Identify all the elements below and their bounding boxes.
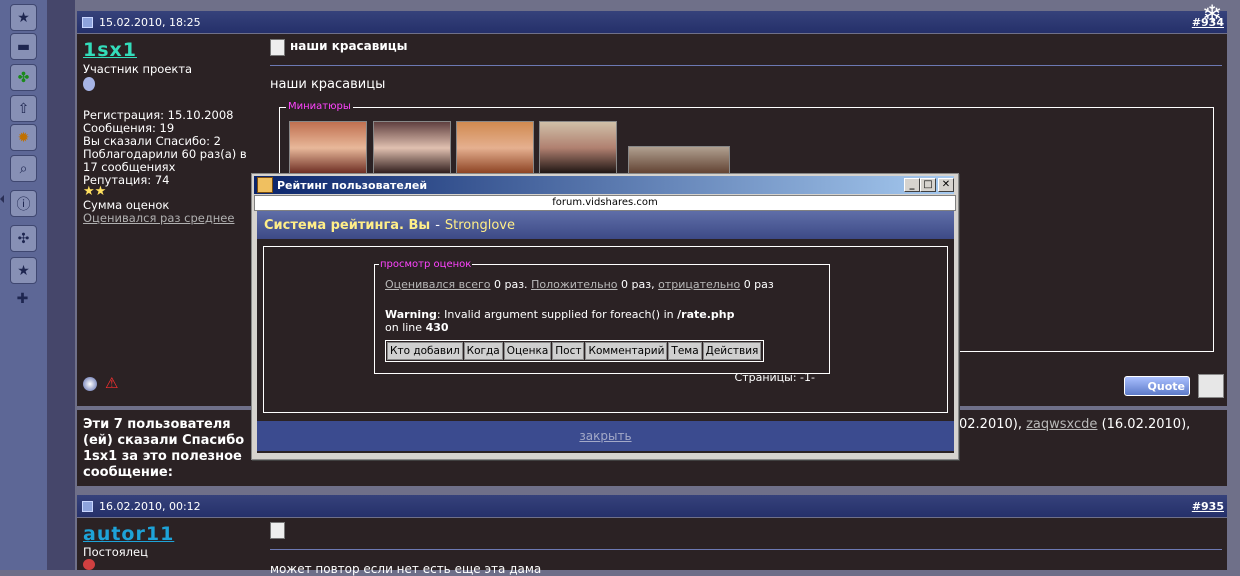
post-doc-icon [82,16,93,28]
warning-label: Warning [385,308,437,321]
warning-file: /rate.php [677,308,735,321]
col-topic: Тема [668,342,702,360]
thumbnail-1[interactable] [289,121,367,175]
thanks-text-3: 1sx1 за это полезное [83,449,242,464]
col-rating: Оценка [503,342,552,360]
report-icon[interactable]: ⚠ [105,374,118,392]
online-status-icon [83,377,97,391]
post-text-2: может повтор если нет есть еще эта дама [270,562,542,576]
positive-link[interactable]: Положительно [531,278,617,291]
thanks-user-link[interactable]: zaqwsxcde [1026,417,1097,432]
post-text: наши красавицы [270,77,386,92]
user-rank-2: Постоялец [83,545,148,559]
user-rank: Участник проекта [83,62,193,76]
post-date: 15.02.2010, 18:25 [99,15,201,29]
post-date-2: 16.02.2010, 00:12 [99,499,201,513]
thanks-tail-1: 02.2010), [959,417,1022,432]
col-when: Когда [463,342,503,360]
minimize-button[interactable]: _ [904,178,920,192]
col-comment: Комментарий [585,342,668,360]
upload-icon[interactable]: ⇧ [10,95,37,122]
thumbnails-legend: Миниатюры [286,101,353,112]
popup-content: Система рейтинга. Вы - Stronglove просмо… [257,211,954,453]
quote-label: Quote [1147,379,1185,393]
collapse-arrow-icon[interactable] [0,195,4,203]
topic-doc-icon [270,39,285,56]
rank-medal-icon [83,77,95,91]
post-header: 15.02.2010, 18:25 #934 [77,11,1227,33]
rating-heading: Система рейтинга. Вы - Stronglove [257,211,954,239]
rating-heading-sep: - [435,217,440,233]
rated-link[interactable]: Оценивался раз среднее [83,212,234,225]
rated-all-link[interactable]: Оценивался всего [385,278,490,291]
popup-titlebar[interactable]: Рейтинг пользователей [254,176,954,194]
rating-heading-user: Stronglove [444,217,516,233]
warning-text: : Invalid argument supplied for foreach(… [436,308,674,321]
username[interactable]: 1sx1 [83,39,137,61]
col-who-added: Кто добавил [387,342,463,360]
thumbnail-2[interactable] [373,121,451,175]
post-doc-icon-2 [82,500,93,512]
plus-icon[interactable]: ✚ [10,286,35,311]
rank-medal-icon-2 [83,559,95,570]
popup-title: Рейтинг пользователей [277,178,428,192]
fan-icon[interactable]: ✣ [10,225,37,252]
negative-value: 0 раз [743,278,774,291]
gutter [47,0,75,570]
col-post: Пост [552,342,585,360]
search-icon[interactable]: ⌕ [10,155,37,182]
thanks-text-4: сообщение: [83,465,173,480]
col-actions: Действия [702,342,762,360]
rating-heading-title: Система рейтинга. Вы [264,217,431,233]
rating-popup-window: Рейтинг пользователей _ □ ✕ forum.vidsha… [251,173,959,460]
ratings-fieldset: просмотр оценок Оценивался всего 0 раз. … [374,259,830,384]
edit-icon[interactable] [1198,374,1224,398]
ratings-legend: просмотр оценок [380,259,472,270]
quote-button[interactable]: Quote [1124,376,1190,396]
separator [270,65,1222,66]
thumbnail-3[interactable] [456,121,534,175]
close-window-button[interactable]: ✕ [938,178,954,192]
post-title: наши красавицы [290,39,408,53]
thanks-text-2: (ей) сказали Спасибо [83,433,245,448]
app-icon [257,177,273,193]
clover-icon[interactable]: ✤ [10,64,37,91]
positive-value: 0 раз, [621,278,655,291]
topic-doc-icon-2 [270,522,285,539]
info-icon[interactable]: ⓘ [10,190,37,217]
thumbnail-5[interactable] [628,146,730,175]
post-body-2: autor11 Постоялец может повтор если нет … [77,518,1227,576]
separator-2 [270,549,1222,550]
snowflake-icon: ❄ [1202,0,1223,28]
negative-link[interactable]: отрицательно [658,278,740,291]
ratings-table-header: Кто добавил Когда Оценка Пост Комментари… [385,340,765,362]
star-icon[interactable]: ★ [10,4,37,31]
pages-indicator: Страницы: -1- [734,371,815,384]
folder-icon[interactable]: ▬ [10,33,37,60]
post-header-2: 16.02.2010, 00:12 #935 [77,495,1227,517]
maximize-button[interactable]: □ [920,178,936,192]
thanks-text-1: Эти 7 пользователя [83,417,231,432]
popup-url: forum.vidshares.com [254,195,956,211]
thanks-tail-2: (16.02.2010), [1101,417,1191,432]
post-number-link-2[interactable]: #935 [1192,500,1224,513]
gear-icon[interactable]: ✹ [10,124,37,151]
rated-all-value: 0 раз. [493,278,528,291]
sidebar: ★ ▬ ✤ ⇧ ✹ ⌕ ⓘ ✣ ★ ✚ [0,0,47,570]
ratings-box: просмотр оценок Оценивался всего 0 раз. … [263,246,948,413]
star-icon-2[interactable]: ★ [10,257,37,284]
reputation-stars-icon: ★★ [83,184,107,199]
line-text: on line [385,321,423,334]
username-2[interactable]: autor11 [83,523,174,545]
close-link[interactable]: закрыть [257,421,954,451]
thumbnail-4[interactable] [539,121,617,175]
line-number: 430 [425,321,449,334]
